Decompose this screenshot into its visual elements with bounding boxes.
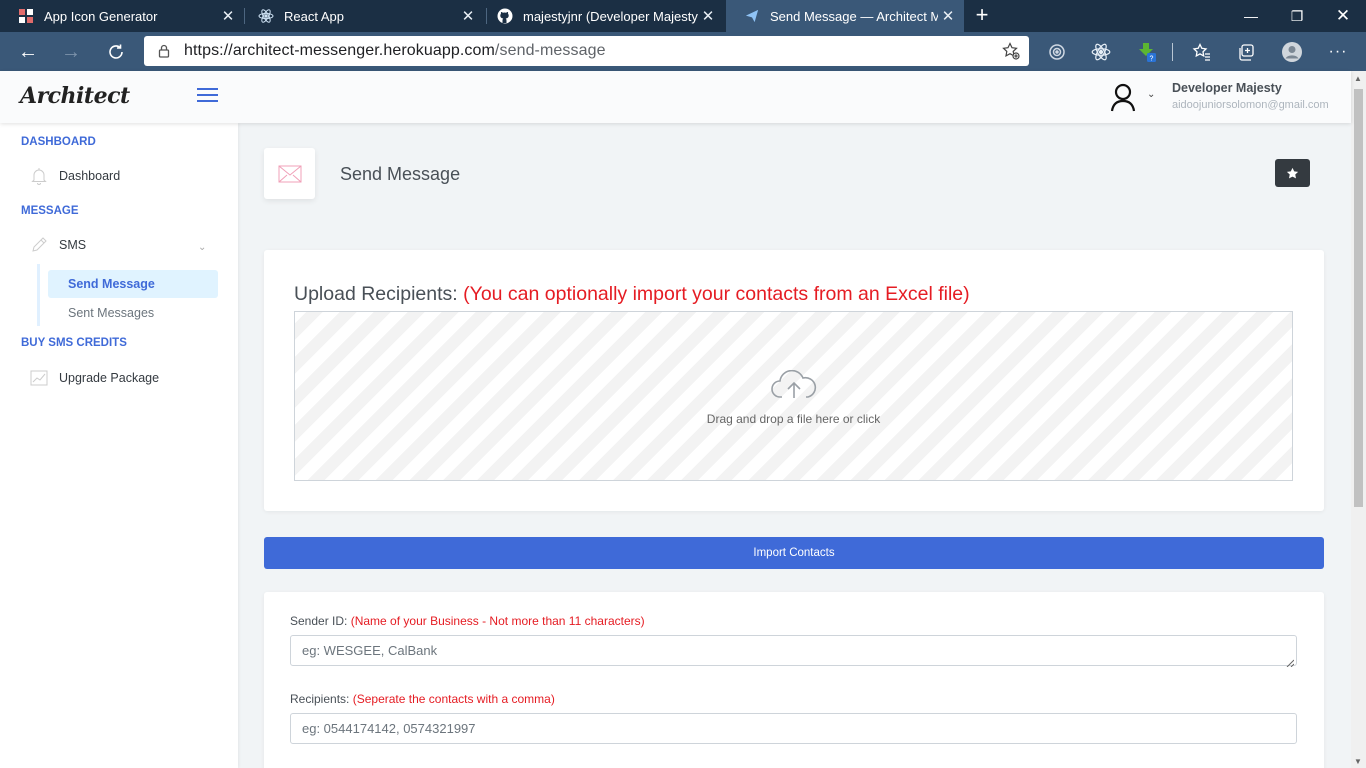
forward-button[interactable]: → [57, 38, 85, 66]
import-contacts-button[interactable]: Import Contacts [264, 537, 1324, 569]
add-favorite-icon[interactable] [993, 42, 1029, 60]
favorites-icon[interactable] [1189, 39, 1215, 65]
collections-icon[interactable] [1233, 39, 1259, 65]
sender-id-note: (Name of your Business - Not more than 1… [350, 614, 645, 628]
menu-toggle-icon[interactable] [197, 88, 218, 104]
url-text: https://architect-messenger.herokuapp.co… [184, 42, 606, 59]
recipients-field[interactable]: eg: 0544174142, 0574321997 [290, 713, 1297, 744]
bell-icon [28, 166, 50, 186]
app-header: Architect ⌄ Developer Majesty aidoojunio… [0, 71, 1351, 123]
file-dropzone[interactable]: Drag and drop a file here or click [294, 311, 1293, 481]
drop-instructions: Drag and drop a file here or click [706, 412, 881, 426]
tab-label: majestyjnr (Developer Majesty) [523, 8, 698, 24]
scrollbar-thumb[interactable] [1354, 89, 1363, 507]
cloud-upload-icon [771, 369, 817, 400]
close-icon[interactable]: ✕ [698, 7, 718, 25]
recipients-placeholder: eg: 0544174142, 0574321997 [302, 721, 476, 736]
browser-tab-active[interactable]: Send Message — Architect Messenger ✕ [726, 0, 964, 32]
grid-app-icon [18, 8, 34, 24]
sidebar-item-label: Upgrade Package [59, 371, 160, 385]
lock-icon[interactable] [144, 44, 184, 58]
resize-handle-icon[interactable] [1286, 655, 1295, 668]
sidebar-subitem-send-message[interactable]: Send Message [48, 270, 218, 298]
sidebar-item-sms[interactable]: SMS [28, 235, 86, 255]
close-icon[interactable]: ✕ [218, 7, 238, 25]
profile-avatar-icon[interactable] [1279, 39, 1305, 65]
pencil-icon [28, 235, 50, 255]
close-icon[interactable]: ✕ [458, 7, 478, 25]
message-form-card: Sender ID: (Name of your Business - Not … [264, 592, 1324, 768]
page-scrollbar[interactable]: ▲ ▼ [1351, 71, 1366, 768]
tab-label: App Icon Generator [44, 8, 158, 24]
chevron-down-icon[interactable]: ⌄ [1147, 89, 1155, 100]
scroll-down-icon[interactable]: ▼ [1354, 757, 1362, 766]
browser-tab[interactable]: React App ✕ [240, 0, 484, 32]
react-icon [258, 8, 274, 24]
sidebar-item-dashboard[interactable]: Dashboard [28, 166, 120, 186]
address-bar[interactable]: https://architect-messenger.herokuapp.co… [144, 36, 1029, 66]
github-icon [497, 8, 513, 24]
sender-id-label: Sender ID: (Name of your Business - Not … [290, 614, 645, 628]
sender-id-field[interactable]: eg: WESGEE, CalBank [290, 635, 1297, 668]
sidebar-heading-dashboard: DASHBOARD [21, 136, 96, 148]
user-name: Developer Majesty [1172, 81, 1282, 95]
sidebar-heading-message: MESSAGE [21, 205, 79, 217]
refresh-button[interactable] [102, 38, 130, 66]
browser-tab[interactable]: App Icon Generator ✕ [0, 0, 244, 32]
chart-icon [28, 368, 50, 388]
new-tab-button[interactable]: + [970, 3, 994, 27]
minimize-button[interactable]: — [1228, 0, 1274, 32]
upload-card: Upload Recipients: (You can optionally i… [264, 250, 1324, 511]
recipients-label: Recipients: (Seperate the contacts with … [290, 692, 555, 706]
upload-note: (You can optionally import your contacts… [463, 283, 970, 305]
browser-tab[interactable]: majestyjnr (Developer Majesty) ✕ [479, 0, 724, 32]
favorite-star-button[interactable] [1275, 159, 1310, 187]
app-logo[interactable]: Architect [20, 83, 130, 109]
react-devtools-icon[interactable] [1088, 39, 1114, 65]
restore-button[interactable]: ❐ [1274, 0, 1320, 32]
paper-plane-icon [744, 8, 760, 24]
envelope-icon [264, 148, 315, 199]
scroll-up-icon[interactable]: ▲ [1354, 74, 1362, 83]
sidebar-item-label: SMS [59, 238, 87, 252]
tab-label: Send Message — Architect Messenger [770, 8, 938, 24]
back-button[interactable]: ← [14, 38, 42, 66]
svg-text:?: ? [1150, 56, 1154, 63]
download-extension-icon[interactable]: ? [1134, 39, 1160, 65]
chevron-down-icon[interactable]: ⌄ [198, 242, 206, 253]
more-options-icon[interactable]: ··· [1325, 39, 1351, 65]
tab-label: React App [284, 8, 344, 24]
sidebar-item-upgrade-package[interactable]: Upgrade Package [28, 368, 159, 388]
close-window-button[interactable]: ✕ [1320, 0, 1366, 32]
extension-target-icon[interactable] [1044, 39, 1070, 65]
sidebar-item-label: Dashboard [59, 169, 121, 183]
sidebar: DASHBOARD Dashboard MESSAGE SMS ⌄ Send M… [0, 123, 238, 768]
browser-toolbar: ← → https://architect-messenger.herokuap… [0, 32, 1366, 71]
recipients-note: (Seperate the contacts with a comma) [352, 692, 555, 706]
sender-id-placeholder: eg: WESGEE, CalBank [302, 643, 438, 658]
close-icon[interactable]: ✕ [938, 7, 958, 25]
sidebar-subitem-sent-messages[interactable]: Sent Messages [48, 299, 218, 327]
user-email: aidoojuniorsolomon@gmail.com [1172, 99, 1329, 111]
user-avatar-icon[interactable] [1109, 82, 1137, 112]
page-title: Send Message [340, 164, 461, 184]
submenu-line [37, 264, 40, 326]
sidebar-heading-buy-credits: BUY SMS CREDITS [21, 337, 127, 349]
upload-title: Upload Recipients: (You can optionally i… [294, 283, 970, 305]
browser-tab-bar: App Icon Generator ✕ React App ✕ majesty… [0, 0, 1366, 32]
